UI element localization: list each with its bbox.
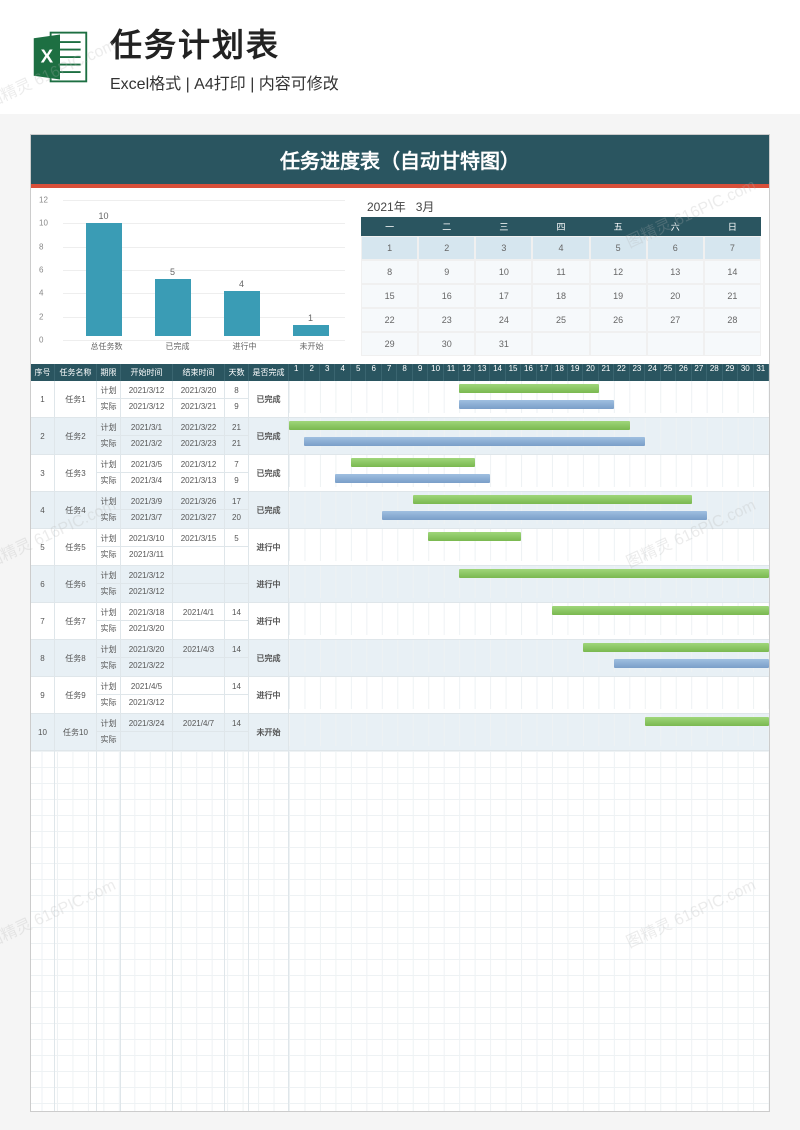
- calendar: 2021年 3月 一二三四五六日 12345678910111213141516…: [361, 196, 761, 356]
- col-name: 任务名称: [55, 364, 97, 381]
- page-title: 任务计划表: [110, 20, 339, 66]
- task-row: 1任务1计划实际2021/3/122021/3/122021/3/202021/…: [31, 381, 769, 418]
- task-row: 9任务9计划实际2021/4/52021/3/1214进行中: [31, 677, 769, 714]
- svg-text:X: X: [41, 46, 54, 67]
- col-type: 期限: [97, 364, 121, 381]
- task-row: 3任务3计划实际2021/3/52021/3/42021/3/122021/3/…: [31, 455, 769, 492]
- col-days: 天数: [225, 364, 249, 381]
- task-row: 6任务6计划实际2021/3/122021/3/12进行中: [31, 566, 769, 603]
- col-end: 结束时间: [173, 364, 225, 381]
- task-row: 7任务7计划实际2021/3/182021/3/202021/4/114进行中: [31, 603, 769, 640]
- col-seq: 序号: [31, 364, 55, 381]
- empty-rows: [31, 751, 769, 1111]
- task-row: 2任务2计划实际2021/3/12021/3/22021/3/222021/3/…: [31, 418, 769, 455]
- col-status: 是否完成: [249, 364, 289, 381]
- summary-bar-chart: 02468101210541总任务数已完成进行中未开始: [39, 196, 349, 356]
- excel-sheet: 任务进度表（自动甘特图） 02468101210541总任务数已完成进行中未开始…: [30, 134, 770, 1112]
- task-row: 8任务8计划实际2021/3/202021/3/222021/4/314已完成: [31, 640, 769, 677]
- sheet-title: 任务进度表（自动甘特图）: [31, 135, 769, 188]
- task-row: 10任务10计划实际2021/3/242021/4/714未开始: [31, 714, 769, 751]
- calendar-month: 3月: [416, 200, 435, 214]
- col-start: 开始时间: [121, 364, 173, 381]
- task-row: 5任务5计划实际2021/3/102021/3/112021/3/155进行中: [31, 529, 769, 566]
- page-subtitle: Excel格式 | A4打印 | 内容可修改: [110, 70, 339, 94]
- table-header: 序号 任务名称 期限 开始时间 结束时间 天数 是否完成 12345678910…: [31, 364, 769, 381]
- excel-icon: X: [30, 27, 90, 87]
- page-header: X 任务计划表 Excel格式 | A4打印 | 内容可修改: [0, 0, 800, 114]
- calendar-year: 2021年: [367, 200, 406, 214]
- task-row: 4任务4计划实际2021/3/92021/3/72021/3/262021/3/…: [31, 492, 769, 529]
